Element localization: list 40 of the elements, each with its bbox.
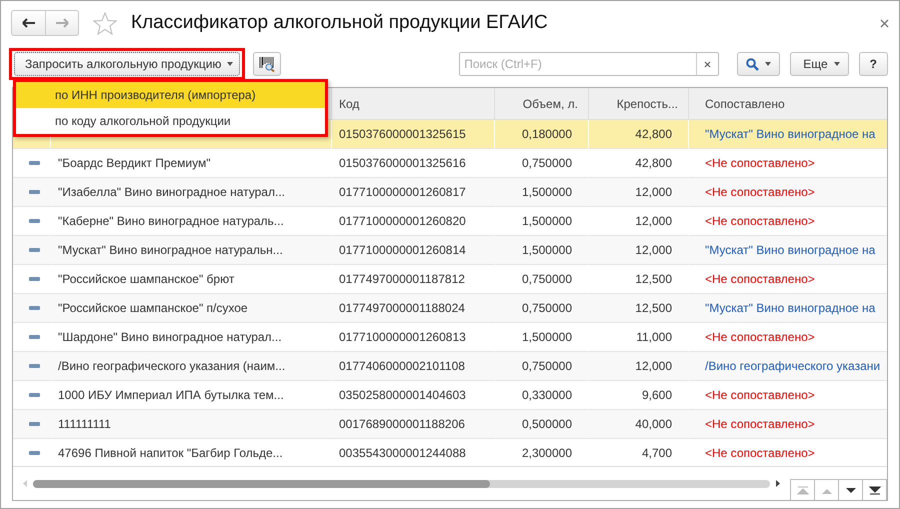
help-button[interactable]: ?	[858, 52, 888, 76]
menu-item[interactable]: по коду алкогольной продукции	[16, 108, 325, 134]
table-cell: 111111111	[51, 410, 332, 439]
table-cell: 1,500000	[495, 178, 589, 207]
table-cell: /Вино географического указания (наим...	[51, 352, 332, 381]
table-cell: "Мускат" Вино виноградное натуральн...	[51, 236, 332, 265]
search-field[interactable]: Поиск (Ctrl+F)	[459, 52, 720, 76]
table-cell: "Мускат" Вино виноградное на	[689, 120, 887, 149]
table-cell: 0,180000	[495, 120, 589, 149]
table-cell: 12,000	[589, 236, 689, 265]
column-header[interactable]: Крепость...	[589, 88, 689, 120]
table-cell: 0,750000	[495, 294, 589, 323]
table-cell: 0,750000	[495, 352, 589, 381]
table-cell: 40,000	[589, 410, 689, 439]
table-cell: "Изабелла" Вино виноградное натурал...	[51, 178, 332, 207]
menu-item[interactable]: по ИНН производителя (импортера)	[16, 82, 325, 108]
table-cell: <Не сопоставлено>	[689, 178, 887, 207]
table-cell: 0017689000001188206	[332, 410, 495, 439]
column-header[interactable]: Объем, л.	[495, 88, 589, 120]
more-button[interactable]: Еще	[790, 52, 849, 76]
column-header[interactable]: Код	[332, 88, 495, 120]
column-header[interactable]: Сопоставлено	[689, 88, 887, 120]
table-cell: 0150376000001325615	[332, 120, 495, 149]
table-cell: "Мускат" Вино виноградное на	[689, 294, 887, 323]
window-title: Классификатор алкогольной продукции ЕГАИС	[131, 12, 549, 34]
table-cell: 42,800	[589, 120, 689, 149]
table-cell: 0177100000001260814	[332, 236, 495, 265]
table-cell: 12,500	[589, 294, 689, 323]
table-cell: 1,500000	[495, 236, 589, 265]
table-cell: "Мускат" Вино виноградное на	[689, 236, 887, 265]
table-cell: 0177100000001260817	[332, 178, 495, 207]
request-products-button[interactable]: Запросить алкогольную продукцию	[14, 52, 240, 76]
table-cell: 0177406000002101108	[332, 352, 495, 381]
table-cell: 0,500000	[495, 410, 589, 439]
table-cell: <Не сопоставлено>	[689, 410, 887, 439]
table-cell: 0177497000001188024	[332, 294, 495, 323]
table-cell: 12,000	[589, 352, 689, 381]
table-cell: 12,000	[589, 178, 689, 207]
table-cell: /Вино географического указани	[689, 352, 887, 381]
table-cell: "Российское шампанское" п/сухое	[51, 294, 332, 323]
